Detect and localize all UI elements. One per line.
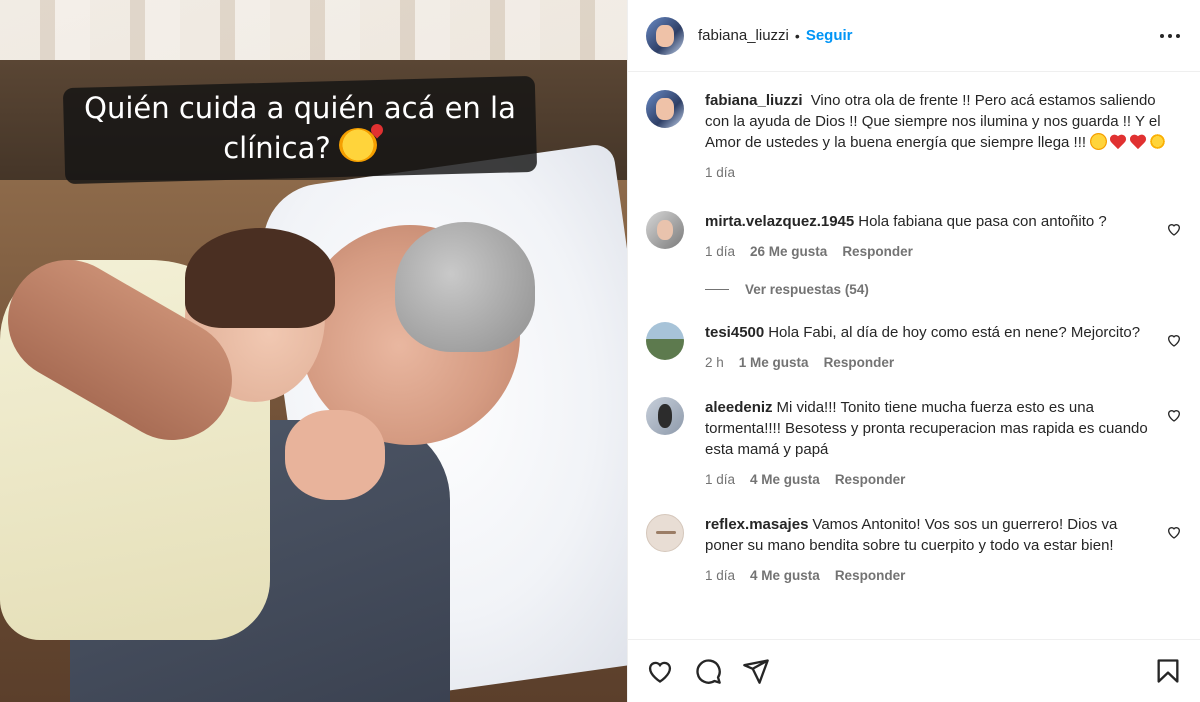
separator-dot: •: [794, 27, 800, 44]
avatar[interactable]: [646, 90, 684, 128]
heart-icon[interactable]: [646, 657, 674, 685]
reply-button[interactable]: Responder: [824, 352, 895, 373]
comment-username[interactable]: tesi4500: [705, 324, 764, 341]
comments-list[interactable]: fabiana_liuzzi Vino otra ola de frente !…: [628, 72, 1200, 639]
comment: mirta.velazquez.1945 Hola fabiana que pas…: [646, 211, 1182, 262]
post-photo[interactable]: Quién cuida a quién acá en la clínica?: [0, 0, 627, 702]
action-bar: [628, 639, 1200, 702]
comment-likes[interactable]: 1 Me gusta: [739, 352, 809, 373]
post-header: fabiana_liuzzi • Seguir: [628, 0, 1200, 72]
comment-time[interactable]: 1 día: [705, 565, 735, 586]
overlay-line-2: clínica?: [223, 131, 331, 165]
heart-emoji-icon: [1129, 135, 1147, 150]
reply-button[interactable]: Responder: [835, 565, 906, 586]
avatar[interactable]: [646, 16, 684, 55]
avatar[interactable]: [646, 514, 684, 552]
sun-emoji-icon: [1149, 133, 1167, 150]
heart-emoji-icon: [1109, 135, 1127, 150]
post-side-panel: fabiana_liuzzi • Seguir fabiana_liuzzi V…: [627, 0, 1200, 702]
avatar[interactable]: [646, 322, 684, 360]
comment-username[interactable]: mirta.velazquez.1945: [705, 213, 854, 230]
share-icon[interactable]: [742, 657, 770, 685]
overlay-line-1: Quién cuida a quién acá en la: [84, 91, 516, 125]
avatar[interactable]: [646, 211, 684, 249]
comment: reflex.masajes Vamos Antonito! Vos sos un…: [646, 514, 1182, 586]
reply-button[interactable]: Responder: [835, 469, 906, 490]
smiling-emoji-icon: [1090, 133, 1108, 150]
man-hair: [395, 222, 535, 352]
more-options-icon[interactable]: [1158, 24, 1182, 48]
like-heart-icon[interactable]: [1166, 332, 1182, 348]
caption-time[interactable]: 1 día: [705, 162, 735, 183]
follow-button[interactable]: Seguir: [806, 27, 853, 44]
comment-icon[interactable]: [694, 657, 722, 685]
comment-likes[interactable]: 4 Me gusta: [750, 565, 820, 586]
caption: fabiana_liuzzi Vino otra ola de frente !…: [646, 90, 1182, 183]
divider: [705, 289, 729, 290]
like-heart-icon[interactable]: [1166, 524, 1182, 540]
comment-time[interactable]: 1 día: [705, 241, 735, 262]
comment-username[interactable]: aleedeniz: [705, 399, 773, 416]
comment-text: Hola fabiana que pasa con antoñito ?: [858, 213, 1107, 230]
comment-likes[interactable]: 26 Me gusta: [750, 241, 827, 262]
bookmark-icon[interactable]: [1154, 657, 1182, 685]
comment: aleedeniz Mi vida!!! Tonito tiene mucha f…: [646, 397, 1182, 490]
comment-time[interactable]: 2 h: [705, 352, 724, 373]
comment-likes[interactable]: 4 Me gusta: [750, 469, 820, 490]
comment-username[interactable]: reflex.masajes: [705, 516, 808, 533]
view-replies-button[interactable]: Ver respuestas (54): [705, 282, 1182, 297]
comment-time[interactable]: 1 día: [705, 469, 735, 490]
header-username[interactable]: fabiana_liuzzi: [698, 27, 789, 44]
reply-button[interactable]: Responder: [842, 241, 913, 262]
comment: tesi4500 Hola Fabi, al día de hoy como es…: [646, 322, 1182, 373]
instagram-post: Quién cuida a quién acá en la clínica? f…: [0, 0, 1200, 702]
comment-text: Hola Fabi, al día de hoy como está en ne…: [768, 324, 1141, 341]
view-replies-label: Ver respuestas (54): [745, 282, 869, 297]
smiling-hearts-emoji-icon: [338, 128, 377, 162]
like-heart-icon[interactable]: [1166, 407, 1182, 423]
overlay-text: Quién cuida a quién acá en la clínica?: [64, 88, 536, 168]
like-heart-icon[interactable]: [1166, 221, 1182, 237]
child-hair: [185, 228, 335, 328]
caption-username[interactable]: fabiana_liuzzi: [705, 92, 803, 109]
child-hand: [285, 410, 385, 500]
avatar[interactable]: [646, 397, 684, 435]
